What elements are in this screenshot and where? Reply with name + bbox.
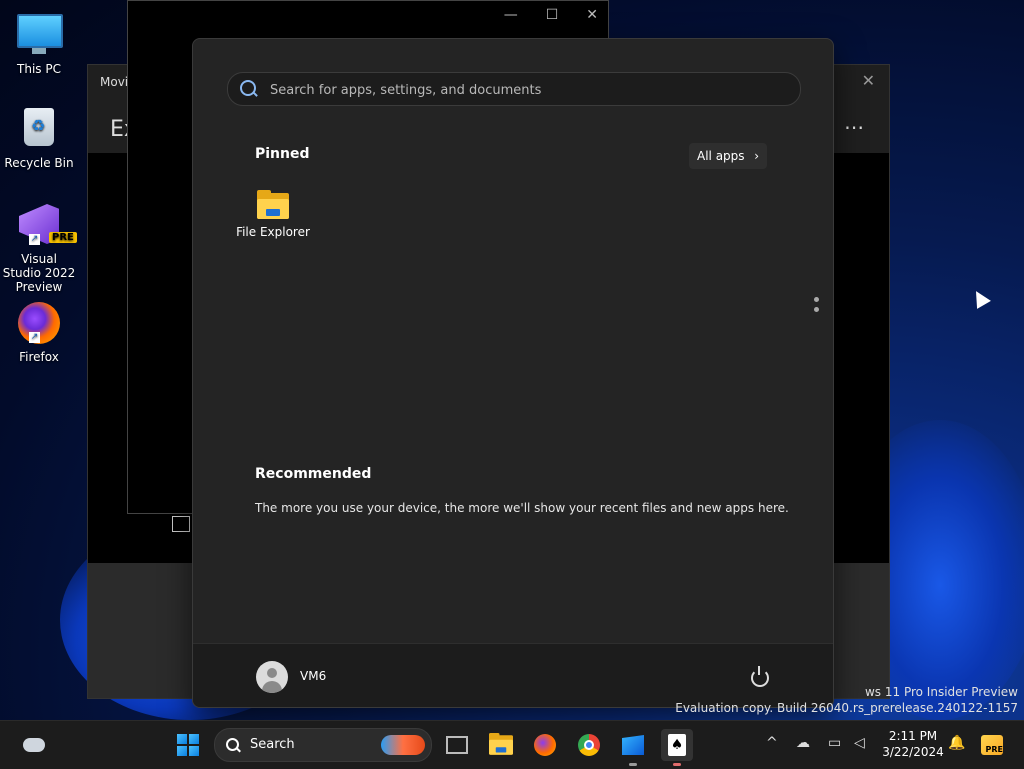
- watermark-line1: ws 11 Pro Insider Preview: [864, 685, 1018, 699]
- this-pc-icon: [17, 14, 63, 58]
- start-menu: Pinned All apps › File Explorer Recommen…: [192, 38, 834, 708]
- start-search-input[interactable]: [268, 79, 792, 101]
- all-apps-label: All apps: [697, 149, 745, 163]
- username[interactable]: VM6: [300, 669, 326, 683]
- taskbar-search-label: Search: [250, 737, 295, 752]
- task-view-button[interactable]: [441, 729, 473, 761]
- folder-icon: [489, 733, 513, 755]
- search-highlight-icon: [381, 735, 425, 755]
- desktop-icon-this-pc[interactable]: This PC: [2, 10, 76, 76]
- all-apps-button[interactable]: All apps ›: [689, 143, 767, 169]
- desktop-icon-label: Recycle Bin: [4, 156, 74, 170]
- task-view-icon: [446, 736, 468, 754]
- power-icon[interactable]: [751, 666, 769, 687]
- recommended-heading: Recommended: [255, 466, 372, 482]
- start-search-box[interactable]: [227, 72, 801, 106]
- desktop-icon-label: Firefox: [19, 350, 59, 364]
- desktop-icon-label: This PC: [17, 62, 61, 76]
- firefox-icon: ↗: [17, 302, 61, 346]
- mouse-cursor-icon: [969, 287, 991, 309]
- weather-widget-icon[interactable]: [18, 729, 50, 761]
- user-avatar-icon[interactable]: [256, 661, 288, 693]
- taskbar-firefox[interactable]: [529, 729, 561, 761]
- desktop-icon-recycle-bin[interactable]: Recycle Bin: [2, 106, 76, 170]
- copilot-pre-icon: PRE: [981, 735, 1003, 755]
- notification-bell-icon[interactable]: 🔔: [948, 735, 965, 751]
- folder-icon: [257, 190, 289, 219]
- close-icon[interactable]: ✕: [862, 71, 875, 90]
- desktop-icon-label: Visual Studio 2022 Preview: [2, 252, 76, 294]
- show-hidden-icons-chevron-icon[interactable]: ^: [766, 735, 778, 751]
- desktop-icon-visual-studio[interactable]: PRE ↗ Visual Studio 2022 Preview: [2, 204, 77, 294]
- window-title: Movi: [100, 75, 129, 89]
- window-controls: — ☐ ✕: [504, 7, 598, 23]
- clock-date: 3/22/2024: [882, 745, 944, 759]
- more-options-icon[interactable]: ⋯: [844, 115, 865, 139]
- visual-studio-icon: PRE ↗: [17, 204, 77, 248]
- taskbar-search[interactable]: Search: [214, 728, 432, 762]
- clock[interactable]: 2:11 PM 3/22/2024: [880, 728, 946, 760]
- pinned-app-label: File Explorer: [236, 225, 310, 239]
- copilot-preview-button[interactable]: PRE: [976, 729, 1008, 761]
- pre-badge: PRE: [49, 232, 77, 243]
- shortcut-arrow-icon: ↗: [29, 234, 40, 245]
- desktop-icon-firefox[interactable]: ↗ Firefox: [2, 302, 76, 364]
- chevron-right-icon: ›: [754, 149, 759, 163]
- search-icon: [240, 80, 256, 96]
- maximize-icon[interactable]: ☐: [546, 7, 559, 23]
- network-icon[interactable]: ▭: [828, 735, 841, 751]
- start-button[interactable]: [172, 729, 204, 761]
- taskbar-movie-maker[interactable]: [617, 729, 649, 761]
- pinned-heading: Pinned: [255, 146, 310, 162]
- solitaire-icon: ♠: [668, 734, 686, 756]
- recommended-message: The more you use your device, the more w…: [255, 501, 789, 515]
- onedrive-icon[interactable]: ☁: [796, 735, 810, 751]
- frame-capture-icon: [172, 516, 190, 532]
- pinned-app-file-explorer[interactable]: File Explorer: [233, 190, 313, 239]
- firefox-icon: [534, 734, 556, 756]
- taskbar-file-explorer[interactable]: [485, 729, 517, 761]
- movie-maker-icon: [622, 735, 644, 755]
- watermark-line2: Evaluation copy. Build 26040.rs_prerelea…: [675, 701, 1018, 715]
- shortcut-arrow-icon: ↗: [29, 332, 40, 343]
- search-icon: [226, 738, 239, 751]
- page-indicator[interactable]: [814, 297, 819, 317]
- chrome-icon: [578, 734, 600, 756]
- minimize-icon[interactable]: —: [504, 7, 518, 23]
- windows-logo-icon: [177, 734, 199, 756]
- clock-time: 2:11 PM: [888, 729, 938, 743]
- running-indicator: [629, 763, 637, 766]
- taskbar-chrome[interactable]: [573, 729, 605, 761]
- recycle-bin-icon: [17, 108, 61, 152]
- taskbar-solitaire[interactable]: ♠: [661, 729, 693, 761]
- close-icon[interactable]: ✕: [586, 7, 598, 23]
- running-indicator: [673, 763, 681, 766]
- volume-mute-icon[interactable]: ◁: [854, 735, 865, 751]
- taskbar: Search ♠ ^ ☁ ▭ ◁ 2:11 PM 3/22/2024 🔔 PRE: [0, 720, 1024, 769]
- start-footer: VM6: [193, 643, 833, 707]
